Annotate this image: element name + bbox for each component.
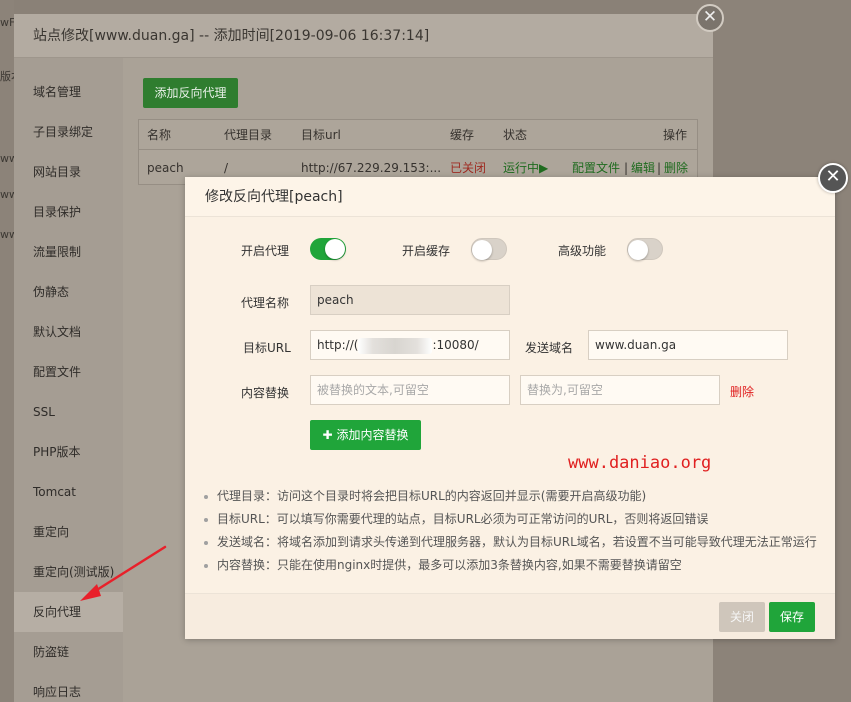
list-item: 代理目录：访问这个目录时将会把目标URL的内容返回并显示(需要开启高级功能) <box>203 485 833 508</box>
enable-cache-label: 开启缓存 <box>402 244 451 258</box>
column-header-name: 名称 <box>147 128 172 142</box>
edit-proxy-close-icon[interactable]: ✕ <box>818 163 848 193</box>
advanced-toggle[interactable] <box>627 238 663 260</box>
save-button[interactable]: 保存 <box>769 602 815 632</box>
add-content-replace-button[interactable]: ✚ 添加内容替换 <box>310 420 421 450</box>
replace-to-input[interactable]: 替换为,可留空 <box>520 375 720 405</box>
row-name: peach <box>147 161 184 175</box>
edit-reverse-proxy-dialog: 修改反向代理[peach] 开启代理 开启缓存 高级功能 代理名称 peach … <box>185 177 835 639</box>
content-replace-label: 内容替换 <box>241 386 290 400</box>
add-content-replace-label: 添加内容替换 <box>336 428 409 442</box>
sidebar-item-hotlink[interactable]: 防盗链 <box>14 632 123 672</box>
target-url-input[interactable]: http://( :10080/ <box>310 330 510 360</box>
advanced-label: 高级功能 <box>558 244 607 258</box>
column-header-url: 目标url <box>301 128 341 142</box>
background-fragment: 版本 <box>0 70 14 83</box>
column-header-cache: 缓存 <box>450 128 475 142</box>
watermark-text: www.daniao.org <box>568 453 712 473</box>
list-item: 内容替换：只能在使用nginx时提供，最多可以添加3条替换内容,如果不需要替换请… <box>203 554 833 577</box>
background-page: wF 版本 ww ww ww <box>0 0 14 702</box>
background-fragment: ww <box>0 188 14 201</box>
enable-proxy-toggle[interactable] <box>310 238 346 260</box>
sidebar-item-traffic-limit[interactable]: 流量限制 <box>14 232 123 272</box>
sidebar-item-redirect-beta[interactable]: 重定向(测试版) <box>14 552 123 592</box>
send-domain-input[interactable]: www.duan.ga <box>588 330 788 360</box>
sidebar-item-domain[interactable]: 域名管理 <box>14 72 123 112</box>
send-domain-label: 发送域名 <box>525 341 574 355</box>
background-fragment: wF <box>0 16 14 29</box>
toggle-knob <box>472 240 492 260</box>
column-header-action: 操作 <box>663 128 688 142</box>
sidebar-item-php-version[interactable]: PHP版本 <box>14 432 123 472</box>
proxy-name-input[interactable]: peach <box>310 285 510 315</box>
sidebar-item-rewrite[interactable]: 伪静态 <box>14 272 123 312</box>
site-edit-close-icon[interactable]: ✕ <box>696 4 724 32</box>
target-url-prefix: http://( <box>317 338 359 352</box>
sidebar-item-default-doc[interactable]: 默认文档 <box>14 312 123 352</box>
replace-from-input[interactable]: 被替换的文本,可留空 <box>310 375 510 405</box>
sidebar-item-ssl[interactable]: SSL <box>14 392 123 432</box>
sidebar-item-subdir[interactable]: 子目录绑定 <box>14 112 123 152</box>
list-item: 目标URL：可以填写你需要代理的站点，目标URL必须为可正常访问的URL，否则将… <box>203 508 833 531</box>
site-edit-dialog-title: 站点修改[www.duan.ga] -- 添加时间[2019-09-06 16:… <box>14 14 713 58</box>
site-edit-sidebar: 域名管理 子目录绑定 网站目录 目录保护 流量限制 伪静态 默认文档 配置文件 … <box>14 58 123 702</box>
dialog-footer: 关闭 保存 <box>185 593 835 639</box>
target-url-label: 目标URL <box>243 341 291 355</box>
list-item: 发送域名：将域名添加到请求头传递到代理服务器，默认为目标URL域名，若设置不当可… <box>203 531 833 554</box>
add-reverse-proxy-button[interactable]: 添加反向代理 <box>143 78 238 108</box>
toggle-knob <box>628 240 648 260</box>
sidebar-item-redirect[interactable]: 重定向 <box>14 512 123 552</box>
proxy-table: 名称 代理目录 目标url 缓存 状态 操作 peach / http://67… <box>138 119 698 185</box>
enable-proxy-label: 开启代理 <box>241 244 290 258</box>
proxy-name-label: 代理名称 <box>241 296 290 310</box>
sidebar-item-site-dir[interactable]: 网站目录 <box>14 152 123 192</box>
background-fragment: ww <box>0 228 14 241</box>
sidebar-item-dir-protect[interactable]: 目录保护 <box>14 192 123 232</box>
edit-proxy-dialog-title: 修改反向代理[peach] <box>185 177 835 217</box>
column-header-status: 状态 <box>503 128 528 142</box>
proxy-table-header: 名称 代理目录 目标url 缓存 状态 操作 <box>139 120 697 150</box>
close-button[interactable]: 关闭 <box>719 602 765 632</box>
sidebar-item-tomcat[interactable]: Tomcat <box>14 472 123 512</box>
plus-icon: ✚ <box>322 428 333 442</box>
target-url-suffix: :10080/ <box>432 338 479 352</box>
enable-cache-toggle[interactable] <box>471 238 507 260</box>
sidebar-item-config-file[interactable]: 配置文件 <box>14 352 123 392</box>
help-notes: 代理目录：访问这个目录时将会把目标URL的内容返回并显示(需要开启高级功能) 目… <box>203 485 833 577</box>
redaction-mask <box>358 337 433 354</box>
toggle-knob <box>325 239 345 259</box>
background-fragment: ww <box>0 152 14 165</box>
sidebar-item-response-log[interactable]: 响应日志 <box>14 672 123 702</box>
column-header-dir: 代理目录 <box>224 128 273 142</box>
replace-delete-link[interactable]: 删除 <box>730 383 754 400</box>
sidebar-item-reverse-proxy[interactable]: 反向代理 <box>14 592 123 632</box>
